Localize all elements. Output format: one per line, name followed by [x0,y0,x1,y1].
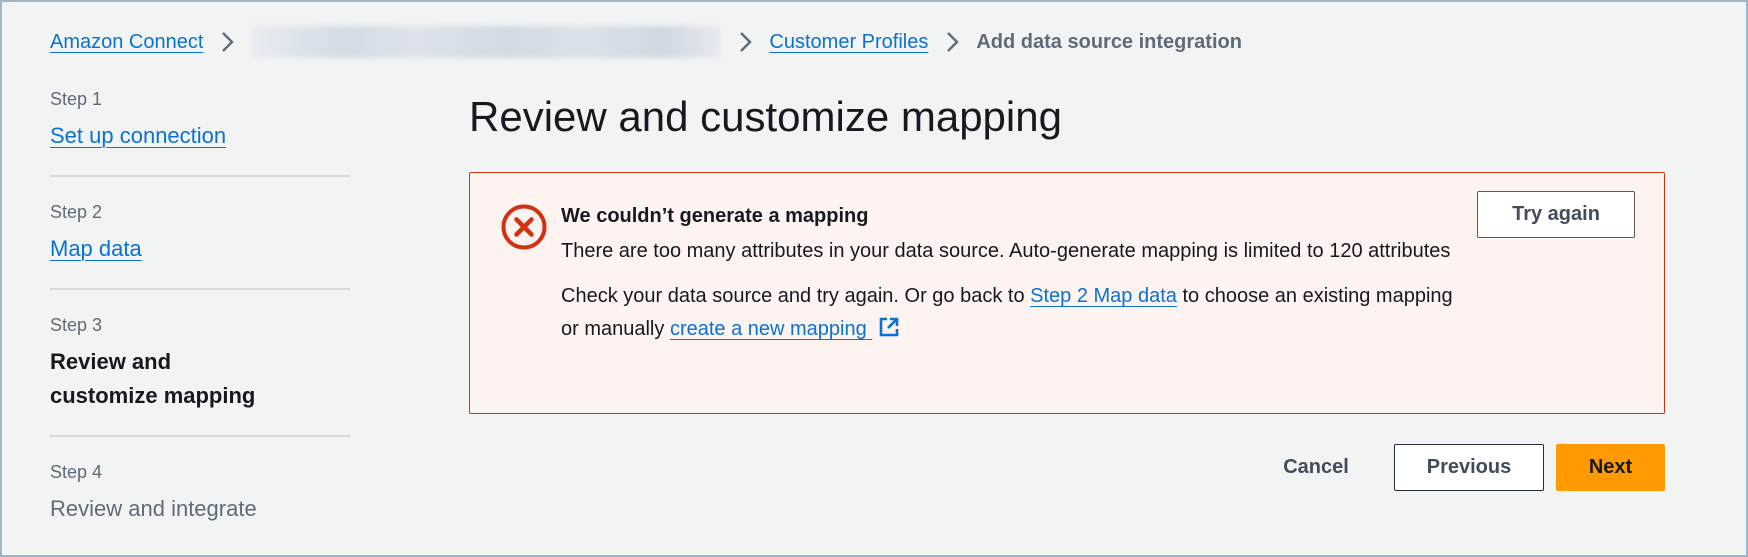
page-title: Review and customize mapping [469,93,1062,140]
alert-header: We couldn’t generate a mapping [561,205,869,227]
previous-button[interactable]: Previous [1394,444,1544,491]
wizard-step-2: Step 2 Map data [50,199,350,266]
wizard-step-4: Step 4 Review and integrate [50,459,350,526]
breadcrumb-amazon-connect[interactable]: Amazon Connect [50,31,203,54]
try-again-button[interactable]: Try again [1477,191,1635,238]
step-number-label: Step 2 [50,202,103,222]
step-2-map-data-link[interactable]: Step 2 Map data [1030,285,1177,307]
step-current-review-and-customize-mapping: Review and customize mapping [50,349,256,408]
alert-content: We couldn’t generate a mapping There are… [561,201,1461,346]
next-button[interactable]: Next [1556,444,1665,491]
step-divider [50,175,350,177]
step-disabled-review-and-integrate: Review and integrate [50,496,257,521]
step-number-label: Step 4 [50,462,103,482]
step-number-label: Step 1 [50,89,103,109]
step-divider [50,288,350,290]
error-circle-x-icon [500,203,548,251]
chevron-right-icon [221,32,235,52]
step-link-set-up-connection[interactable]: Set up connection [50,123,226,148]
step-number-label: Step 3 [50,315,103,335]
wizard-step-1: Step 1 Set up connection [50,86,350,153]
chevron-right-icon [946,32,960,52]
create-new-mapping-link[interactable]: create a new mapping [670,318,872,340]
wizard-step-3: Step 3 Review and customize mapping [50,312,350,413]
breadcrumb-redacted-instance[interactable] [251,26,722,58]
step-link-map-data[interactable]: Map data [50,236,142,261]
external-link-icon[interactable] [878,316,900,338]
cancel-button[interactable]: Cancel [1270,444,1362,491]
alert-message-1: There are too many attributes in your da… [561,240,1451,262]
breadcrumb-customer-profiles[interactable]: Customer Profiles [769,31,928,54]
alert-message-2: Check your data source and try again. Or… [561,280,1461,346]
wizard-steps-nav: Step 1 Set up connection Step 2 Map data… [50,86,350,526]
alert-text: Check your data source and try again. Or… [561,285,1031,307]
step-divider [50,435,350,437]
breadcrumb: Amazon Connect Customer Profiles Add dat… [50,26,1242,58]
breadcrumb-current-page: Add data source integration [976,30,1242,53]
error-alert: We couldn’t generate a mapping There are… [469,172,1665,414]
chevron-right-icon [739,32,753,52]
alert-body: There are too many attributes in your da… [561,235,1461,346]
create-new-mapping-link-label: create a new mapping [669,318,867,340]
